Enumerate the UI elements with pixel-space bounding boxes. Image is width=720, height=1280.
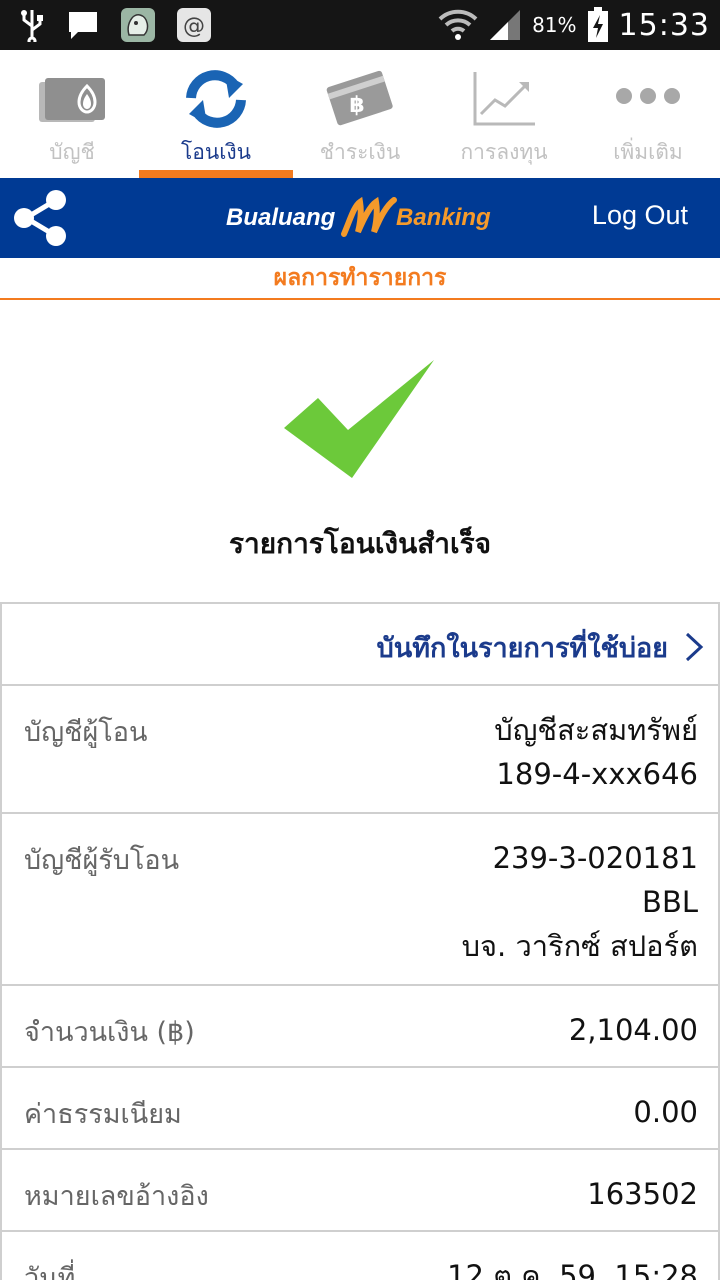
- status-bar: @ 81% 15:33: [0, 0, 720, 50]
- brand-logo: Bualuang Banking: [226, 196, 496, 240]
- fee-value: 0.00: [633, 1095, 698, 1129]
- at-icon: @: [177, 8, 211, 42]
- battery-percent: 81%: [532, 13, 577, 37]
- detail-label: จำนวนเงิน (฿): [24, 1017, 195, 1048]
- tab-investment-label: การลงทุน: [460, 140, 548, 164]
- share-icon[interactable]: [10, 188, 70, 248]
- detail-value: 239-3-020181 BBL บจ. วาริกซ์ สปอร์ต: [462, 836, 698, 968]
- sender-account-number: 189-4-xxx646: [496, 757, 698, 791]
- more-icon: [616, 88, 680, 104]
- message-icon: [69, 12, 97, 39]
- save-favorite-label: บันทึกในรายการที่ใช้บ่อย: [376, 633, 668, 664]
- brand-name-left: Bualuang: [226, 204, 336, 231]
- date-value: 12 ต.ค. 59, 15:28: [447, 1259, 698, 1280]
- tab-transfer-label: โอนเงิน: [180, 140, 252, 164]
- save-favorite-button[interactable]: บันทึกในรายการที่ใช้บ่อย: [2, 604, 718, 686]
- detail-row-sender: บัญชีผู้โอน บัญชีสะสมทรัพย์ 189-4-xxx646: [2, 686, 718, 814]
- detail-value: บัญชีสะสมทรัพย์ 189-4-xxx646: [494, 708, 698, 796]
- tab-investment[interactable]: การลงทุน: [432, 50, 576, 178]
- status-right: 81% 15:33: [438, 0, 710, 50]
- detail-label: วันที่: [24, 1263, 76, 1280]
- page-title: ผลการทำรายการ: [0, 258, 720, 300]
- detail-label: บัญชีผู้โอน: [24, 717, 148, 748]
- app-icon: [121, 8, 155, 42]
- detail-row-fee: ค่าธรรมเนียม 0.00: [2, 1068, 718, 1150]
- logout-button[interactable]: Log Out: [592, 200, 688, 231]
- detail-row-reference: หมายเลขอ้างอิง 163502: [2, 1150, 718, 1232]
- detail-label: บัญชีผู้รับโอน: [24, 845, 180, 876]
- sender-account-type: บัญชีสะสมทรัพย์: [494, 713, 698, 747]
- detail-label: หมายเลขอ้างอิง: [24, 1181, 209, 1212]
- app-header: Bualuang Banking Log Out: [0, 178, 720, 258]
- tab-transfer[interactable]: โอนเงิน: [144, 50, 288, 178]
- m-logo-icon: [341, 196, 397, 237]
- transaction-details: บันทึกในรายการที่ใช้บ่อย บัญชีผู้โอน บัญ…: [0, 602, 720, 1280]
- svg-text:฿: ฿: [349, 93, 364, 118]
- detail-label: ค่าธรรมเนียม: [24, 1099, 182, 1130]
- svg-text:@: @: [183, 14, 205, 39]
- tab-more-label: เพิ่มเติม: [613, 140, 683, 164]
- usb-icon: [21, 10, 43, 42]
- success-message: รายการโอนเงินสำเร็จ: [228, 527, 492, 560]
- signal-icon: [490, 10, 521, 40]
- recipient-name: บจ. วาริกซ์ สปอร์ต: [461, 929, 698, 963]
- clock: 15:33: [618, 7, 710, 43]
- payment-icon: ฿: [326, 70, 393, 126]
- detail-row-recipient: บัญชีผู้รับโอน 239-3-020181 BBL บจ. วาริ…: [2, 814, 718, 986]
- tab-payment[interactable]: ฿ ชำระเงิน: [288, 50, 432, 178]
- reference-value: 163502: [587, 1177, 698, 1211]
- recipient-bank: BBL: [642, 885, 698, 919]
- tab-more[interactable]: เพิ่มเติม: [576, 50, 720, 178]
- tab-account[interactable]: บัญชี: [0, 50, 144, 178]
- chart-icon: [473, 72, 535, 126]
- battery-icon: [587, 7, 608, 42]
- detail-row-date: วันที่ 12 ต.ค. 59, 15:28: [2, 1232, 718, 1280]
- status-left: @: [18, 6, 212, 44]
- tab-payment-label: ชำระเงิน: [319, 140, 401, 164]
- transfer-icon: [186, 70, 246, 128]
- wallet-icon: [39, 78, 105, 122]
- active-tab-indicator: [139, 170, 293, 178]
- success-check-icon: [284, 360, 434, 478]
- wifi-icon: [438, 9, 478, 40]
- recipient-account-number: 239-3-020181: [492, 841, 698, 875]
- brand-name-right: Banking: [396, 204, 491, 231]
- detail-row-amount: จำนวนเงิน (฿) 2,104.00: [2, 986, 718, 1068]
- main-tab-bar: บัญชี โอนเงิน ฿ ชำระเงิน การลงทุน เพิ่มเ…: [0, 50, 720, 178]
- amount-value: 2,104.00: [568, 1013, 698, 1047]
- chevron-right-icon: [685, 632, 704, 662]
- tab-account-label: บัญชี: [49, 140, 95, 164]
